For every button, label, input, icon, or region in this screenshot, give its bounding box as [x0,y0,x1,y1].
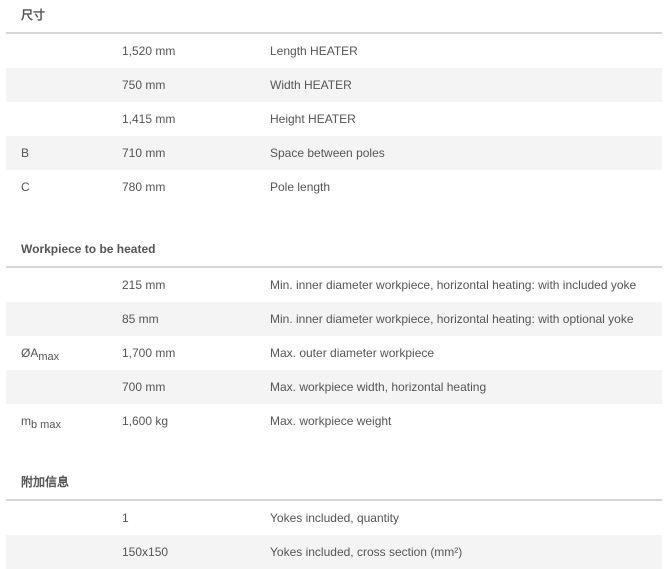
symbol-main: m [21,414,31,428]
row-value: 710 mm [122,146,166,160]
row-description: Max. outer diameter workpiece [270,346,435,360]
row-description: Min. inner diameter workpiece, horizonta… [270,312,634,326]
symbol-subscript: max [38,351,60,363]
row-description: Max. workpiece width, horizontal heating [270,380,487,394]
row-description: Width HEATER [270,78,352,92]
section-title: Workpiece to be heated [6,234,662,268]
row-value: 750 mm [122,78,166,92]
row-value: 780 mm [122,180,166,194]
section-additional-info: 附加信息 1 Yokes included, quantity 150x150 … [6,467,662,569]
row-symbol: mb max [21,404,61,439]
row-description: Min. inner diameter workpiece, horizonta… [270,278,637,292]
row-description: Yokes included, cross section (mm²) [270,545,463,559]
section-workpiece: Workpiece to be heated 215 mm Min. inner… [6,234,662,438]
table-row: mb max 1,600 kg Max. workpiece weight [6,404,662,438]
row-description: Length HEATER [270,44,358,58]
row-value: 1,520 mm [122,44,176,58]
table-row: 150x150 Yokes included, cross section (m… [6,535,662,569]
table-row: 215 mm Min. inner diameter workpiece, ho… [6,268,662,302]
row-symbol: ØAmax [21,336,59,371]
table-row: ØAmax 1,700 mm Max. outer diameter workp… [6,336,662,370]
table-row: 1,520 mm Length HEATER [6,34,662,68]
row-description: Pole length [270,180,331,194]
symbol-subscript: b max [31,419,61,431]
table-row: C 780 mm Pole length [6,170,662,204]
table-row: 1,415 mm Height HEATER [6,102,662,136]
row-value: 700 mm [122,380,166,394]
row-value: 1,600 kg [122,414,169,428]
row-symbol: C [21,180,30,194]
row-description: Space between poles [270,146,385,160]
section-title: 附加信息 [6,467,662,501]
table-row: B 710 mm Space between poles [6,136,662,170]
symbol-main: ØA [21,346,39,360]
row-value: 85 mm [122,312,159,326]
row-value: 150x150 [122,545,169,559]
row-value: 1 [122,511,129,525]
table-row: 85 mm Min. inner diameter workpiece, hor… [6,302,662,336]
table-row: 750 mm Width HEATER [6,68,662,102]
row-value: 1,415 mm [122,112,176,126]
section-title: 尺寸 [6,0,662,34]
row-symbol: B [21,146,30,160]
row-value: 1,700 mm [122,346,176,360]
table-row: 1 Yokes included, quantity [6,501,662,535]
row-description: Max. workpiece weight [270,414,392,428]
section-dimensions: 尺寸 1,520 mm Length HEATER 750 mm Width H… [6,0,662,204]
row-description: Yokes included, quantity [270,511,399,525]
row-description: Height HEATER [270,112,356,126]
table-row: 700 mm Max. workpiece width, horizontal … [6,370,662,404]
row-value: 215 mm [122,278,166,292]
